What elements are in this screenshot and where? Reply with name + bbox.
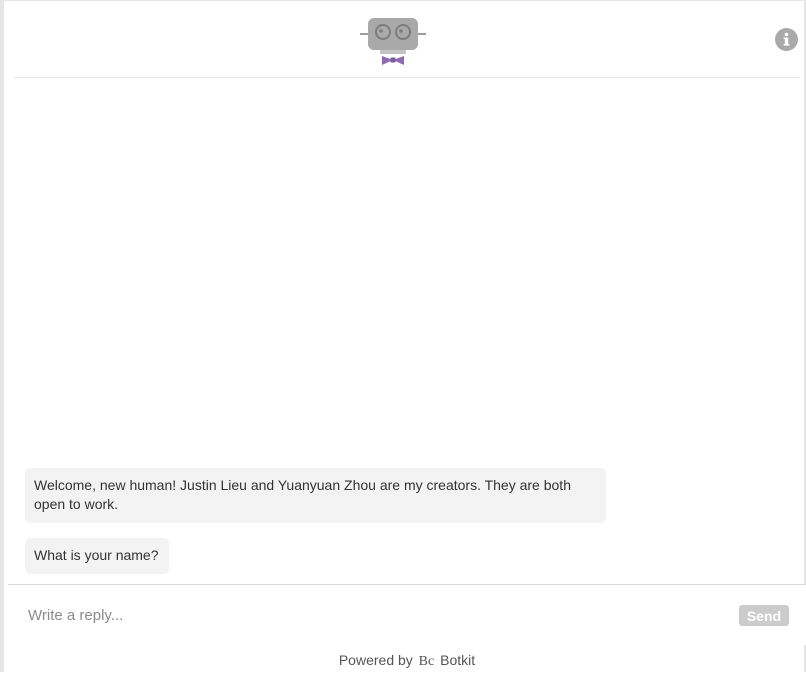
botkit-link[interactable]: Botkit <box>440 652 475 668</box>
powered-by-label: Powered by <box>338 652 413 668</box>
bot-message: What is your name? <box>25 538 169 574</box>
reply-input[interactable] <box>28 597 708 633</box>
chat-window: Welcome, new human! Justin Lieu and Yuan… <box>0 0 806 672</box>
reply-composer: Send <box>8 584 806 645</box>
bot-message: Welcome, new human! Justin Lieu and Yuan… <box>25 468 606 523</box>
message-list: Welcome, new human! Justin Lieu and Yuan… <box>8 78 806 584</box>
robot-bowtie-icon <box>360 15 426 69</box>
botkit-logo-icon: Bc <box>418 654 435 669</box>
powered-by-footer: Powered by Bc Botkit <box>8 644 806 673</box>
send-button[interactable]: Send <box>739 605 789 626</box>
chat-header <box>14 1 800 78</box>
info-icon[interactable] <box>775 28 798 51</box>
